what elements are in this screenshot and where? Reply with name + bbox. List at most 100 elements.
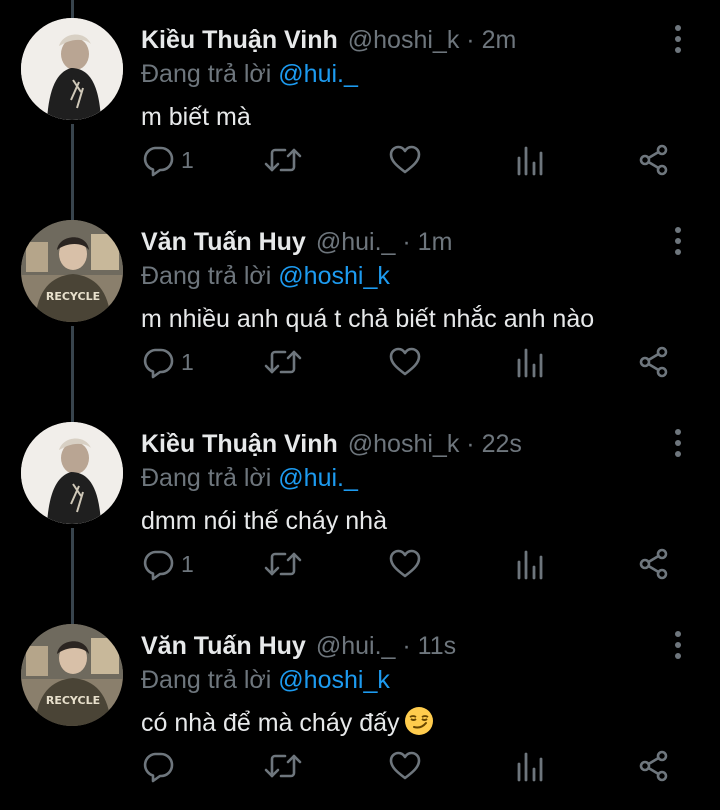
user-handle[interactable]: @hoshi_k — [348, 430, 460, 458]
replying-to-label: Đang trả lời — [141, 60, 272, 88]
tweet-actions — [0, 746, 720, 786]
avatar[interactable] — [21, 422, 123, 524]
display-name[interactable]: Văn Tuấn Huy — [141, 632, 306, 660]
analytics-icon — [517, 146, 543, 176]
avatar-image: RECYCLE — [21, 220, 123, 322]
like-button[interactable] — [388, 140, 422, 180]
tweet-text-content: dmm nói thế cháy nhà — [141, 507, 387, 535]
like-button[interactable] — [388, 342, 422, 382]
share-button[interactable] — [637, 544, 671, 584]
reply-button[interactable]: 1 — [141, 140, 194, 180]
retweet-icon — [264, 754, 302, 778]
retweet-icon — [264, 552, 302, 576]
user-handle[interactable]: @hui._ — [316, 228, 396, 256]
share-icon — [639, 548, 668, 580]
tweet[interactable]: RECYCLE Văn Tuấn Huy @hui._ · 11s Đang tr… — [0, 606, 720, 808]
reply-icon — [143, 752, 174, 783]
reply-icon — [143, 348, 174, 379]
avatar[interactable]: RECYCLE — [21, 220, 123, 322]
retweet-button[interactable] — [263, 746, 303, 786]
tweet-actions: 1 — [0, 140, 720, 180]
reply-button[interactable] — [141, 746, 181, 786]
more-icon — [675, 429, 681, 457]
retweet-icon — [264, 350, 302, 374]
share-button[interactable] — [637, 342, 671, 382]
replying-to-label: Đang trả lời — [141, 262, 272, 290]
more-icon — [675, 25, 681, 53]
timestamp[interactable]: 22s — [482, 430, 522, 458]
replying-to: Đang trả lời @hui._ — [141, 462, 358, 494]
more-options-button[interactable] — [664, 428, 692, 458]
share-icon — [639, 750, 668, 782]
smirking-face-emoji — [404, 707, 433, 735]
display-name[interactable]: Kiều Thuận Vinh — [141, 430, 338, 458]
reply-icon — [143, 550, 174, 581]
tweet-header: Kiều Thuận Vinh @hoshi_k · 2m — [141, 24, 516, 56]
replying-to: Đang trả lời @hui._ — [141, 58, 358, 90]
avatar[interactable]: RECYCLE — [21, 624, 123, 726]
reply-button[interactable]: 1 — [141, 544, 194, 584]
like-icon — [389, 347, 421, 376]
tweet-text-content: có nhà để mà cháy đấy — [141, 709, 400, 737]
retweet-button[interactable] — [263, 544, 303, 584]
analytics-button[interactable] — [514, 140, 546, 180]
tweet[interactable]: Kiều Thuận Vinh @hoshi_k · 2m Đang trả lờ… — [0, 0, 720, 202]
svg-text:RECYCLE: RECYCLE — [46, 290, 100, 303]
tweet-header: Kiều Thuận Vinh @hoshi_k · 22s — [141, 428, 522, 460]
analytics-button[interactable] — [514, 746, 546, 786]
analytics-button[interactable] — [514, 342, 546, 382]
reply-count: 1 — [181, 146, 194, 173]
tweet-header: Văn Tuấn Huy @hui._ · 11s — [141, 630, 456, 662]
more-options-button[interactable] — [664, 630, 692, 660]
tweet-actions: 1 — [0, 544, 720, 584]
like-button[interactable] — [388, 746, 422, 786]
replying-to-link[interactable]: @hoshi_k — [278, 666, 390, 694]
analytics-icon — [517, 348, 543, 378]
analytics-icon — [517, 550, 543, 580]
reply-button[interactable]: 1 — [141, 342, 194, 382]
replying-to-label: Đang trả lời — [141, 666, 272, 694]
avatar[interactable] — [21, 18, 123, 120]
display-name[interactable]: Kiều Thuận Vinh — [141, 26, 338, 54]
user-handle[interactable]: @hoshi_k — [348, 26, 460, 54]
separator: · — [402, 632, 411, 660]
tweet-header: Văn Tuấn Huy @hui._ · 1m — [141, 226, 452, 258]
replying-to-label: Đang trả lời — [141, 464, 272, 492]
share-button[interactable] — [637, 746, 671, 786]
more-icon — [675, 631, 681, 659]
share-button[interactable] — [637, 140, 671, 180]
avatar-image: RECYCLE — [21, 624, 123, 726]
tweet-actions: 1 — [0, 342, 720, 382]
more-options-button[interactable] — [664, 226, 692, 256]
tweet[interactable]: Kiều Thuận Vinh @hoshi_k · 22s Đang trả l… — [0, 404, 720, 606]
timestamp[interactable]: 11s — [418, 632, 456, 660]
more-icon — [675, 227, 681, 255]
timestamp[interactable]: 2m — [482, 26, 517, 54]
tweet-text: m biết mà — [141, 100, 251, 134]
more-options-button[interactable] — [664, 24, 692, 54]
retweet-button[interactable] — [263, 342, 303, 382]
user-handle[interactable]: @hui._ — [316, 632, 396, 660]
replying-to: Đang trả lời @hoshi_k — [141, 260, 390, 292]
tweet-text-content: m biết mà — [141, 103, 251, 131]
tweet[interactable]: RECYCLE Văn Tuấn Huy @hui._ · 1m Đang trả… — [0, 202, 720, 404]
like-icon — [389, 145, 421, 174]
like-button[interactable] — [388, 544, 422, 584]
tweet-text: m nhiều anh quá t chả biết nhắc anh nào — [141, 302, 594, 336]
replying-to-link[interactable]: @hoshi_k — [278, 262, 390, 290]
analytics-button[interactable] — [514, 544, 546, 584]
reply-count: 1 — [181, 348, 194, 375]
replying-to-link[interactable]: @hui._ — [278, 60, 358, 88]
retweet-icon — [264, 148, 302, 172]
avatar-image — [21, 18, 123, 120]
timestamp[interactable]: 1m — [418, 228, 453, 256]
replying-to: Đang trả lời @hoshi_k — [141, 664, 390, 696]
replying-to-link[interactable]: @hui._ — [278, 464, 358, 492]
tweet-text: dmm nói thế cháy nhà — [141, 504, 387, 538]
reply-count: 1 — [181, 550, 194, 577]
like-icon — [389, 549, 421, 578]
display-name[interactable]: Văn Tuấn Huy — [141, 228, 306, 256]
tweet-text-content: m nhiều anh quá t chả biết nhắc anh nào — [141, 305, 595, 333]
analytics-icon — [517, 752, 543, 782]
retweet-button[interactable] — [263, 140, 303, 180]
